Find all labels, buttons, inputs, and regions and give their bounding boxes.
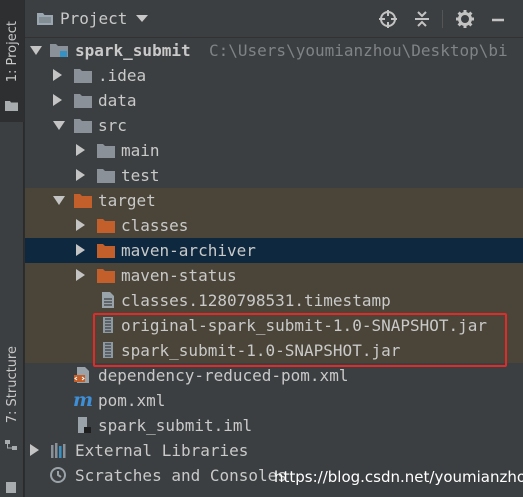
folder-label: target <box>98 191 156 210</box>
folder-label: classes <box>121 216 189 235</box>
jar-file-icon <box>103 342 113 358</box>
node-label: External Libraries <box>75 441 249 460</box>
chevron-right-icon[interactable] <box>30 444 39 456</box>
folder-label: maven-status <box>121 266 237 285</box>
folder-icon <box>74 119 92 133</box>
jar-file-icon <box>103 317 113 333</box>
watermark: https://blog.csdn.net/youmianzhou <box>274 468 523 486</box>
tree-row-dependency-pom[interactable]: dependency-reduced-pom.xml <box>25 363 523 388</box>
panel-title[interactable]: Project <box>60 9 127 28</box>
excluded-folder-icon <box>97 244 115 258</box>
excluded-folder-icon <box>97 219 115 233</box>
folder-icon <box>74 94 92 108</box>
xml-file-icon <box>74 367 89 383</box>
maven-icon: m <box>73 389 94 411</box>
node-label: Scratches and Consoles <box>75 466 287 485</box>
structure-tool-tab[interactable]: 7: Structure <box>0 335 24 435</box>
chevron-right-icon[interactable] <box>76 219 85 231</box>
tree-row-maven-status[interactable]: maven-status <box>25 263 523 288</box>
favorites-icon[interactable] <box>5 482 18 493</box>
chevron-right-icon[interactable] <box>53 94 62 106</box>
locate-icon[interactable] <box>378 9 398 29</box>
module-folder-icon <box>50 44 68 57</box>
folder-icon <box>5 101 18 111</box>
tree-row-test[interactable]: test <box>25 163 523 188</box>
view-dropdown-caret[interactable] <box>136 15 149 22</box>
tree-row-data[interactable]: data <box>25 88 523 113</box>
chevron-down-icon[interactable] <box>53 196 65 205</box>
root-name: spark_submit <box>75 41 191 60</box>
tree-row-original-jar[interactable]: original-spark_submit-1.0-SNAPSHOT.jar <box>25 313 523 338</box>
tree-row-timestamp[interactable]: classes.1280798531.timestamp <box>25 288 523 313</box>
chevron-down-icon[interactable] <box>53 121 65 130</box>
folder-icon <box>74 69 92 83</box>
folder-label: maven-archiver <box>121 241 256 260</box>
module-file-icon <box>78 417 91 433</box>
file-label: spark_submit.iml <box>98 416 253 435</box>
folder-label: main <box>121 141 160 160</box>
structure-tool-tab-label: 7: Structure <box>4 346 20 424</box>
tree-row-main[interactable]: main <box>25 138 523 163</box>
file-label: dependency-reduced-pom.xml <box>98 366 349 385</box>
minimize-icon[interactable] <box>488 9 508 29</box>
tree-row-iml[interactable]: spark_submit.iml <box>25 413 523 438</box>
panel-header: Project <box>25 0 523 38</box>
header-separator <box>442 10 443 28</box>
excluded-folder-icon <box>97 269 115 283</box>
chevron-right-icon[interactable] <box>53 69 62 81</box>
folder-label: test <box>121 166 160 185</box>
project-folder-icon <box>37 13 53 25</box>
tree-row-pom[interactable]: m pom.xml <box>25 388 523 413</box>
text-file-icon <box>102 292 114 308</box>
project-panel: Project spark_submit C:\Users\youmianzho… <box>25 0 523 497</box>
chevron-down-icon[interactable] <box>30 46 42 55</box>
tree-row-external-libraries[interactable]: External Libraries <box>25 438 523 463</box>
gear-icon[interactable] <box>455 9 475 29</box>
tool-window-strip: 1: Project 7: Structure <box>0 0 24 497</box>
excluded-folder-icon <box>74 194 92 208</box>
tree-row-classes[interactable]: classes <box>25 213 523 238</box>
file-label: pom.xml <box>98 391 166 410</box>
chevron-right-icon[interactable] <box>76 269 85 281</box>
folder-label: data <box>98 91 137 110</box>
structure-icon <box>5 440 17 450</box>
root-path: C:\Users\youmianzhou\Desktop\bi <box>209 41 508 60</box>
library-icon <box>51 443 66 458</box>
tree-row-maven-archiver[interactable]: maven-archiver <box>25 238 523 263</box>
tree-row-root[interactable]: spark_submit C:\Users\youmianzhou\Deskto… <box>25 38 523 63</box>
chevron-right-icon[interactable] <box>76 144 85 156</box>
tree-row-idea[interactable]: .idea <box>25 63 523 88</box>
file-label: spark_submit-1.0-SNAPSHOT.jar <box>121 341 401 360</box>
scratches-icon <box>50 467 66 483</box>
tree-row-jar[interactable]: spark_submit-1.0-SNAPSHOT.jar <box>25 338 523 363</box>
chevron-right-icon[interactable] <box>76 169 85 181</box>
collapse-all-icon[interactable] <box>412 9 432 29</box>
folder-label: .idea <box>98 66 147 85</box>
project-tool-tab-label: 1: Project <box>4 21 20 83</box>
folder-icon <box>97 169 115 183</box>
folder-label: src <box>98 116 127 135</box>
folder-icon <box>97 144 115 158</box>
chevron-right-icon[interactable] <box>76 244 85 256</box>
tree-row-src[interactable]: src <box>25 113 523 138</box>
file-label: classes.1280798531.timestamp <box>121 291 391 310</box>
file-label: original-spark_submit-1.0-SNAPSHOT.jar <box>121 316 488 335</box>
tree-row-target[interactable]: target <box>25 188 523 213</box>
